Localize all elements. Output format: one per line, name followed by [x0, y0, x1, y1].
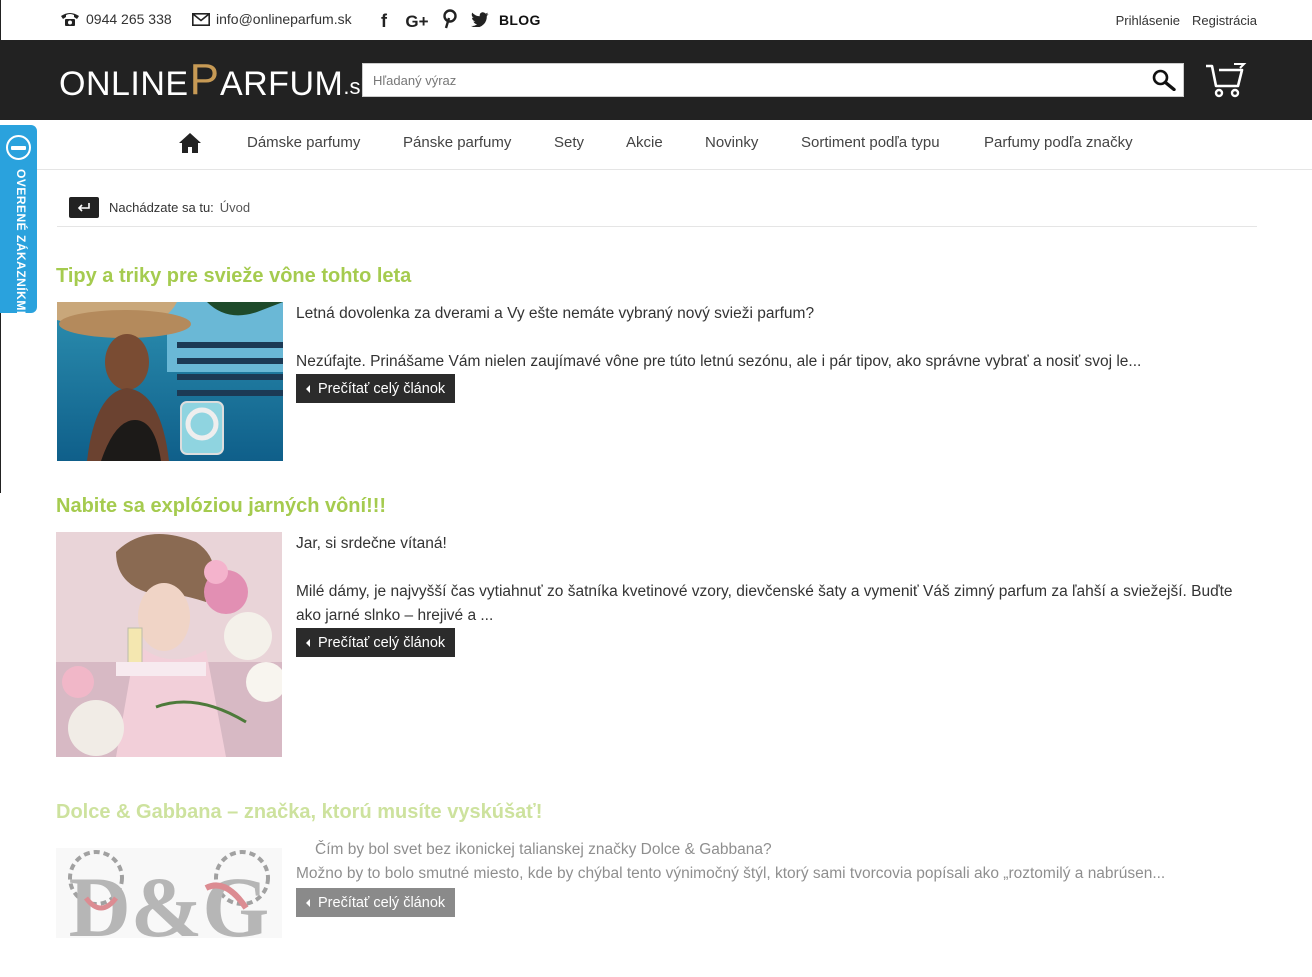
article-excerpt: Možno by to bolo smutné miesto, kde by c… [296, 865, 1166, 882]
site-logo[interactable]: ONLINE P ARFUM .sk [59, 58, 371, 103]
nav-item-akcie[interactable]: Akcie [626, 134, 663, 151]
social-links: f G+ [375, 9, 489, 34]
nav-item-parfumy-podla-znacky[interactable]: Parfumy podľa značky [984, 134, 1133, 151]
verified-customers-tab[interactable]: OVERENÉ ZÁKAZNÍKMI [0, 125, 37, 315]
blog-link[interactable]: BLOG [499, 12, 541, 28]
article-intro: Čím by bol svet bez ikonickej talianskej… [315, 841, 772, 858]
site-header: ONLINE P ARFUM .sk [0, 40, 1312, 120]
article-excerpt: Nezúfajte. Prinášame Vám nielen zaujímav… [296, 353, 1142, 370]
caret-left-icon [306, 898, 310, 907]
breadcrumb: Nachádzate sa tu: Úvod [69, 196, 250, 218]
article-1: Tipy a triky pre svieže vône tohto leta … [56, 265, 1256, 465]
phone-icon [61, 13, 79, 26]
email-address: info@onlineparfum.sk [216, 11, 352, 27]
article-title[interactable]: Dolce & Gabbana – značka, ktorú musíte v… [56, 801, 1256, 824]
top-bar: 0944 265 338 info@onlineparfum.sk f G+ B… [0, 0, 1312, 40]
article-excerpt: Milé dámy, je najvyšší čas vytiahnuť zo … [296, 583, 1233, 624]
email-contact[interactable]: info@onlineparfum.sk [192, 11, 352, 27]
search-input[interactable] [363, 64, 1143, 96]
article-body: Jar, si srdečne vítaná! Milé dámy, je na… [296, 532, 1256, 657]
article-image-dolce-gabbana[interactable]: D&G [56, 848, 282, 938]
cart-button[interactable] [1204, 62, 1248, 100]
read-more-button[interactable]: Prečítať celý článok [296, 628, 456, 657]
verified-badge-icon [6, 135, 31, 160]
article-intro: Letná dovolenka za dverami a Vy ešte nem… [296, 305, 815, 322]
breadcrumb-divider [57, 226, 1257, 227]
article-body: Čím by bol svet bez ikonickej talianskej… [296, 838, 1256, 917]
search-icon [1152, 69, 1176, 91]
search-box [362, 63, 1184, 97]
verified-customers-label: OVERENÉ ZÁKAZNÍKMI [14, 169, 28, 315]
auth-links: Prihlásenie Registrácia [1116, 13, 1257, 28]
article-body: Letná dovolenka za dverami a Vy ešte nem… [296, 302, 1256, 403]
register-link[interactable]: Registrácia [1192, 13, 1257, 28]
read-more-button[interactable]: Prečítať celý článok [296, 374, 456, 403]
nav-item-sety[interactable]: Sety [554, 134, 584, 151]
article-title[interactable]: Tipy a triky pre svieže vône tohto leta [56, 265, 1256, 288]
envelope-icon [192, 12, 210, 26]
back-button[interactable] [69, 196, 99, 218]
return-arrow-icon [77, 203, 90, 212]
facebook-icon[interactable]: f [375, 11, 393, 32]
nav-item-novinky[interactable]: Novinky [705, 134, 758, 151]
article-intro: Jar, si srdečne vítaná! [296, 535, 447, 552]
article-image-summer[interactable] [57, 302, 283, 461]
article-3: Dolce & Gabbana – značka, ktorú musíte v… [56, 801, 1256, 941]
left-edge-line [0, 313, 1, 493]
phone-contact[interactable]: 0944 265 338 [60, 11, 172, 27]
breadcrumb-prefix: Nachádzate sa tu: [109, 199, 214, 215]
nav-item-damske-parfumy[interactable]: Dámske parfumy [247, 134, 360, 151]
nav-item-panske-parfumy[interactable]: Pánske parfumy [403, 134, 511, 151]
shopping-cart-icon [1206, 63, 1247, 98]
phone-number: 0944 265 338 [86, 11, 172, 27]
twitter-icon[interactable] [471, 11, 489, 32]
nav-item-sortiment[interactable]: Sortiment podľa typu [801, 134, 940, 151]
search-button[interactable] [1151, 68, 1177, 92]
breadcrumb-home-link[interactable]: Úvod [220, 200, 250, 215]
pinterest-icon[interactable] [441, 9, 459, 34]
article-title[interactable]: Nabite sa explóziou jarných vôní!!! [56, 495, 1256, 518]
caret-left-icon [306, 384, 310, 393]
article-image-spring[interactable] [56, 532, 282, 757]
caret-left-icon [306, 638, 310, 647]
google-plus-icon[interactable]: G+ [405, 12, 429, 32]
home-icon [179, 133, 201, 153]
home-nav-button[interactable] [178, 132, 202, 154]
main-nav: Dámske parfumy Pánske parfumy Sety Akcie… [0, 120, 1312, 170]
login-link[interactable]: Prihlásenie [1116, 13, 1180, 28]
article-2: Nabite sa explóziou jarných vôní!!! Jar,… [56, 495, 1256, 760]
read-more-button[interactable]: Prečítať celý článok [296, 888, 456, 917]
